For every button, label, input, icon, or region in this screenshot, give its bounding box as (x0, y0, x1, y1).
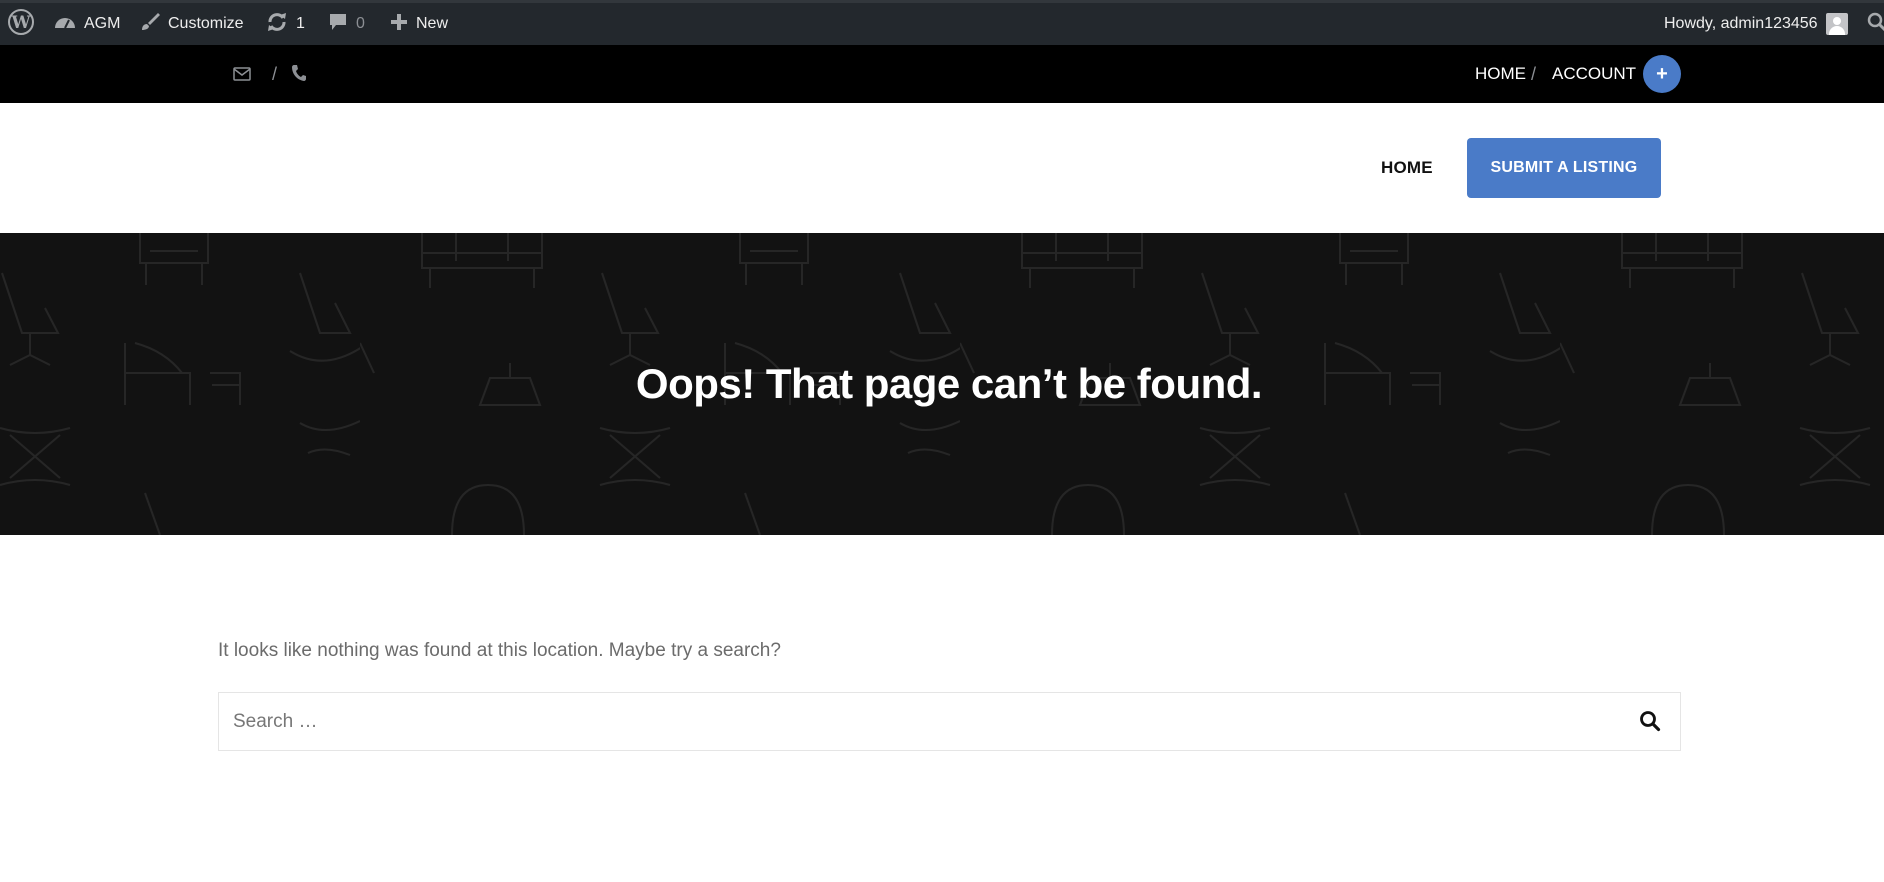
submit-listing-button[interactable]: SUBMIT A LISTING (1467, 138, 1661, 198)
search-input[interactable] (219, 693, 1599, 750)
search-icon (1867, 12, 1884, 37)
admin-search-toggle[interactable] (1867, 3, 1884, 45)
customize-label: Customize (168, 15, 244, 32)
hero-banner: Oops! That page can’t be found. (0, 233, 1884, 535)
admin-bar: W AGM Customize 1 0 New Howdy, admin1234… (0, 0, 1884, 45)
avatar (1825, 13, 1848, 35)
comments-link[interactable]: 0 (328, 3, 365, 45)
svg-text:W: W (10, 13, 31, 33)
site-header: HOME SUBMIT A LISTING (0, 103, 1884, 233)
search-submit-icon (1640, 711, 1661, 732)
brush-icon (140, 12, 160, 37)
envelope-icon[interactable] (233, 66, 251, 87)
new-label: New (416, 15, 449, 32)
plus-icon (390, 13, 408, 36)
wordpress-icon: W (8, 8, 34, 40)
site-name-label: AGM (84, 15, 121, 32)
comments-count: 0 (356, 15, 365, 32)
topbar-account-link[interactable]: ACCOUNT (1552, 45, 1636, 103)
search-submit-button[interactable] (1639, 710, 1663, 734)
top-bar: / HOME / ACCOUNT + (0, 45, 1884, 103)
updates-icon (266, 11, 288, 38)
main-nav-home[interactable]: HOME (1381, 158, 1433, 178)
topbar-nav-separator: / (1531, 64, 1537, 84)
customize-link[interactable]: Customize (140, 3, 244, 45)
site-name-menu[interactable]: AGM (54, 3, 120, 45)
comment-icon (328, 12, 348, 37)
add-listing-plus-button[interactable]: + (1643, 55, 1681, 93)
page-title: Oops! That page can’t be found. (635, 360, 1263, 407)
updates-link[interactable]: 1 (266, 3, 305, 45)
updates-count: 1 (296, 15, 305, 32)
phone-icon[interactable] (291, 64, 307, 87)
new-content-menu[interactable]: New (390, 3, 448, 45)
greeting-label: Howdy, admin123456 (1664, 15, 1818, 32)
dashboard-icon (54, 13, 76, 36)
my-account-menu[interactable]: Howdy, admin123456 (1664, 3, 1848, 45)
not-found-message: It looks like nothing was found at this … (218, 640, 781, 661)
topbar-home-link[interactable]: HOME (1475, 45, 1526, 103)
wordpress-logo-menu[interactable]: W (8, 3, 34, 45)
search-form (218, 692, 1681, 751)
plus-icon: + (1656, 62, 1668, 85)
contact-separator: / (272, 64, 278, 84)
